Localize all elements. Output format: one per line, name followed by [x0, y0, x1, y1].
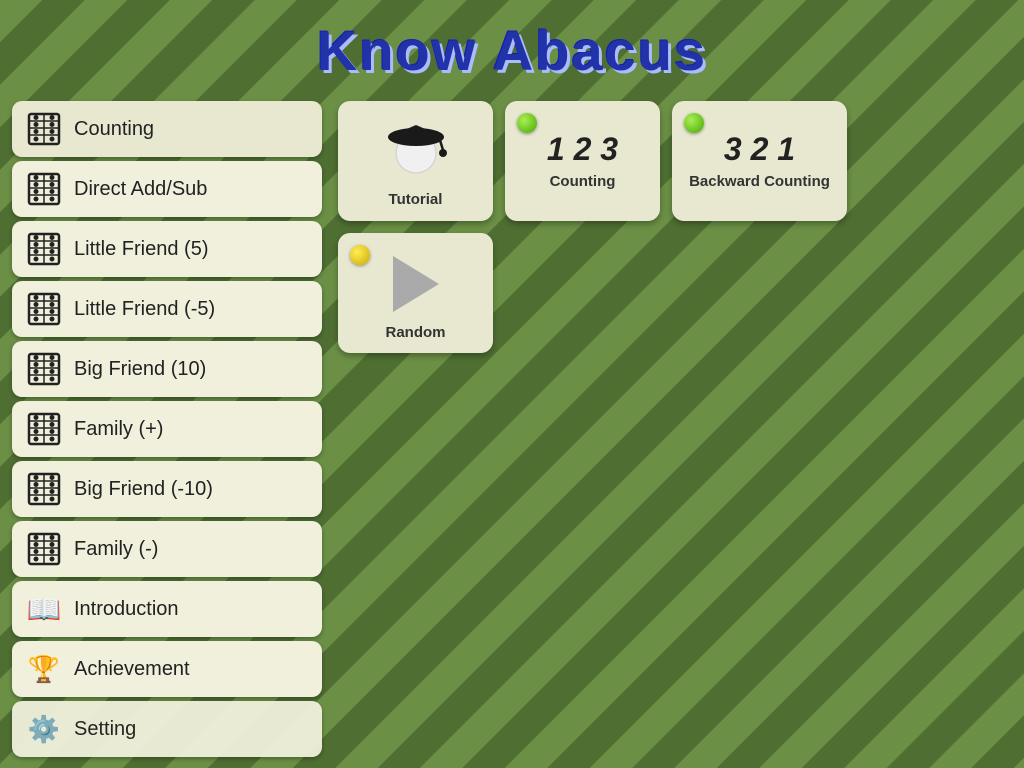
- random-yellow-dot: [350, 245, 370, 265]
- sidebar-item-family-plus[interactable]: Family (+): [12, 401, 322, 457]
- random-card-label: Random: [386, 324, 446, 341]
- sidebar-item-big-friend-10[interactable]: Big Friend (10): [12, 341, 322, 397]
- counting-number: 1 2 3: [547, 132, 618, 167]
- backward-counting-card[interactable]: 3 2 1 Backward Counting: [672, 101, 847, 221]
- sidebar-item-setting[interactable]: ⚙️ Setting: [12, 701, 322, 757]
- trophy-icon: 🏆: [26, 651, 62, 687]
- counting-green-dot: [517, 113, 537, 133]
- sidebar-fplus-label: Family (+): [74, 418, 163, 441]
- cards-row-2: Random: [338, 233, 1012, 353]
- sidebar-item-big-friend-neg10[interactable]: Big Friend (-10): [12, 461, 322, 517]
- sidebar-lf5-label: Little Friend (5): [74, 238, 209, 261]
- cards-row-1: Tutorial 1 2 3 Counting 3 2 1 Backward C…: [338, 101, 1012, 221]
- app-title: Know Abacus: [0, 0, 1024, 93]
- sidebar-setting-label: Setting: [74, 718, 136, 741]
- abacus-icon-3: [26, 231, 62, 267]
- sidebar: Counting: [12, 101, 322, 757]
- sidebar-item-introduction[interactable]: 📖 Introduction: [12, 581, 322, 637]
- main-layout: Counting: [0, 93, 1024, 765]
- sidebar-direct-label: Direct Add/Sub: [74, 178, 207, 201]
- backward-number: 3 2 1: [724, 132, 795, 167]
- counting-card[interactable]: 1 2 3 Counting: [505, 101, 660, 221]
- abacus-icon-6: [26, 411, 62, 447]
- app-content: Know Abacus: [0, 0, 1024, 768]
- book-icon: 📖: [26, 591, 62, 627]
- random-card[interactable]: Random: [338, 233, 493, 353]
- sidebar-item-little-friend-5[interactable]: Little Friend (5): [12, 221, 322, 277]
- gear-icon: ⚙️: [26, 711, 62, 747]
- sidebar-item-achievement[interactable]: 🏆 Achievement: [12, 641, 322, 697]
- abacus-icon-8: [26, 531, 62, 567]
- sidebar-intro-label: Introduction: [74, 598, 179, 621]
- tutorial-card[interactable]: Tutorial: [338, 101, 493, 221]
- play-triangle-icon: [393, 256, 439, 312]
- sidebar-bf10-label: Big Friend (10): [74, 358, 206, 381]
- abacus-icon-5: [26, 351, 62, 387]
- sidebar-counting-label: Counting: [74, 118, 154, 141]
- tutorial-card-label: Tutorial: [389, 191, 443, 208]
- main-content-area: Tutorial 1 2 3 Counting 3 2 1 Backward C…: [338, 101, 1012, 757]
- sidebar-item-direct-add-sub[interactable]: Direct Add/Sub: [12, 161, 322, 217]
- sidebar-fminus-label: Family (-): [74, 538, 158, 561]
- sidebar-bfneg10-label: Big Friend (-10): [74, 478, 213, 501]
- backward-green-dot: [684, 113, 704, 133]
- abacus-icon-4: [26, 291, 62, 327]
- abacus-icon-2: [26, 171, 62, 207]
- abacus-icon-7: [26, 471, 62, 507]
- sidebar-item-counting[interactable]: Counting: [12, 101, 322, 157]
- sidebar-lfneg5-label: Little Friend (-5): [74, 298, 215, 321]
- abacus-icon: [26, 111, 62, 147]
- sidebar-item-family-minus[interactable]: Family (-): [12, 521, 322, 577]
- sidebar-item-little-friend-neg5[interactable]: Little Friend (-5): [12, 281, 322, 337]
- sidebar-achievement-label: Achievement: [74, 658, 190, 681]
- counting-card-label: Counting: [550, 173, 616, 190]
- graduation-cap-icon: [381, 115, 451, 185]
- backward-counting-card-label: Backward Counting: [689, 173, 830, 190]
